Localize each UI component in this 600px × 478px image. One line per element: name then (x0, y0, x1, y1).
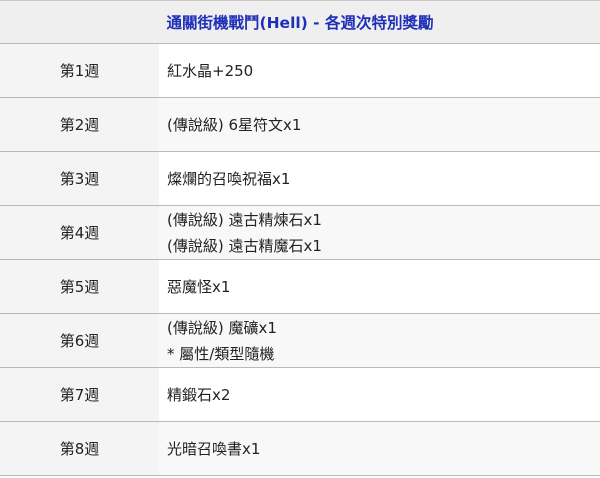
table-row: 第2週 (傳說級) 6星符文x1 (0, 97, 600, 152)
weekly-reward-table: 通關街機戰鬥(Hell) - 各週次特別獎勵 第1週 紅水晶+250 第2週 (… (0, 0, 600, 476)
reward-cell: 紅水晶+250 (159, 43, 600, 98)
reward-cell: (傳說級) 遠古精煉石x1 (傳說級) 遠古精魔石x1 (159, 205, 600, 260)
week-label: 第3週 (0, 151, 159, 206)
reward-cell: 惡魔怪x1 (159, 259, 600, 314)
reward-item: 紅水晶+250 (167, 61, 254, 80)
week-label: 第7週 (0, 367, 159, 422)
week-label: 第5週 (0, 259, 159, 314)
reward-item: (傳說級) 遠古精煉石x1 (167, 210, 322, 229)
reward-item: (傳說級) 6星符文x1 (167, 115, 302, 134)
reward-cell: (傳說級) 魔礦x1 * 屬性/類型隨機 (159, 313, 600, 368)
week-label: 第1週 (0, 43, 159, 98)
reward-cell: (傳說級) 6星符文x1 (159, 97, 600, 152)
table-row: 第3週 燦爛的召喚祝福x1 (0, 151, 600, 206)
table-row: 第1週 紅水晶+250 (0, 43, 600, 98)
reward-item: (傳說級) 魔礦x1 (167, 318, 277, 337)
table-header-row: 通關街機戰鬥(Hell) - 各週次特別獎勵 (0, 0, 600, 44)
table-row: 第8週 光暗召喚書x1 (0, 421, 600, 476)
reward-note: * 屬性/類型隨機 (167, 344, 275, 363)
reward-item: (傳說級) 遠古精魔石x1 (167, 236, 322, 255)
week-label: 第2週 (0, 97, 159, 152)
table-row: 第6週 (傳說級) 魔礦x1 * 屬性/類型隨機 (0, 313, 600, 368)
table-title: 通關街機戰鬥(Hell) - 各週次特別獎勵 (0, 0, 600, 44)
reward-item: 惡魔怪x1 (167, 277, 231, 296)
reward-item: 燦爛的召喚祝福x1 (167, 169, 291, 188)
reward-cell: 燦爛的召喚祝福x1 (159, 151, 600, 206)
reward-cell: 精鍛石x2 (159, 367, 600, 422)
week-label: 第6週 (0, 313, 159, 368)
table-row: 第4週 (傳說級) 遠古精煉石x1 (傳說級) 遠古精魔石x1 (0, 205, 600, 260)
reward-cell: 光暗召喚書x1 (159, 421, 600, 476)
reward-item: 光暗召喚書x1 (167, 439, 261, 458)
week-label: 第4週 (0, 205, 159, 260)
table-row: 第7週 精鍛石x2 (0, 367, 600, 422)
week-label: 第8週 (0, 421, 159, 476)
table-row: 第5週 惡魔怪x1 (0, 259, 600, 314)
reward-item: 精鍛石x2 (167, 385, 231, 404)
